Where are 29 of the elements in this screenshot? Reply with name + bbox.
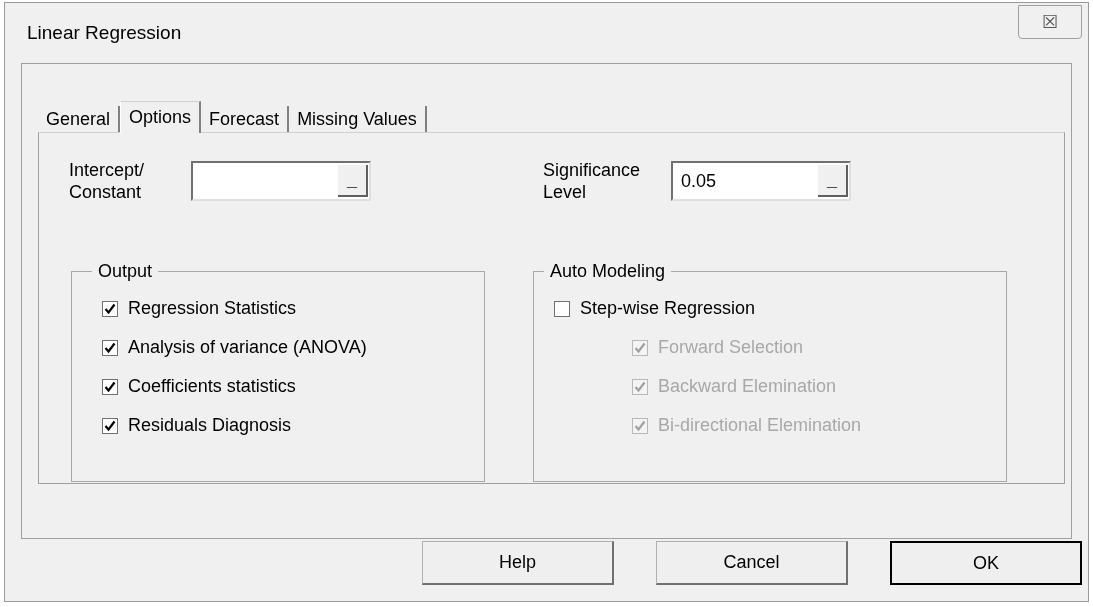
tab[interactable]: Missing Values — [289, 106, 427, 132]
checkbox[interactable] — [102, 300, 118, 317]
group-label: Auto Modeling — [549, 260, 667, 283]
input-field[interactable]: _ — [191, 161, 371, 201]
browse-button[interactable]: _ — [338, 165, 368, 197]
checkbox[interactable] — [102, 378, 118, 395]
field-label: Significance Level — [543, 159, 642, 203]
window-title: Linear Regression — [27, 20, 182, 45]
checkbox-label: Bi-directional Elemination — [658, 414, 862, 437]
checkbox-label: Forward Selection — [658, 336, 804, 359]
tab[interactable]: Options — [120, 101, 202, 133]
checkbox-label: Analysis of variance (ANOVA) — [128, 336, 367, 359]
group-label: Output — [97, 260, 154, 283]
tab[interactable]: Forecast — [201, 106, 290, 132]
close-button[interactable]: ☒ — [1018, 5, 1082, 39]
checkbox-label: Step-wise Regression — [580, 297, 756, 320]
checkbox-label: Regression Statistics — [128, 297, 297, 320]
dialog-button[interactable]: Help — [422, 541, 614, 585]
checkbox[interactable] — [554, 300, 570, 317]
field-label: Intercept/ Constant — [69, 159, 146, 203]
dialog-button[interactable]: Cancel — [656, 541, 848, 585]
dialog-button[interactable]: OK — [890, 541, 1082, 585]
checkbox-label: Coefficients statistics — [128, 375, 296, 398]
browse-button[interactable]: _ — [818, 165, 848, 197]
checkbox-label: Backward Elemination — [658, 375, 837, 398]
checkbox[interactable] — [102, 339, 118, 356]
checkbox-label: Residuals Diagnosis — [128, 414, 292, 437]
checkbox[interactable] — [102, 417, 118, 434]
input-field[interactable]: 0.05 _ — [671, 161, 851, 201]
